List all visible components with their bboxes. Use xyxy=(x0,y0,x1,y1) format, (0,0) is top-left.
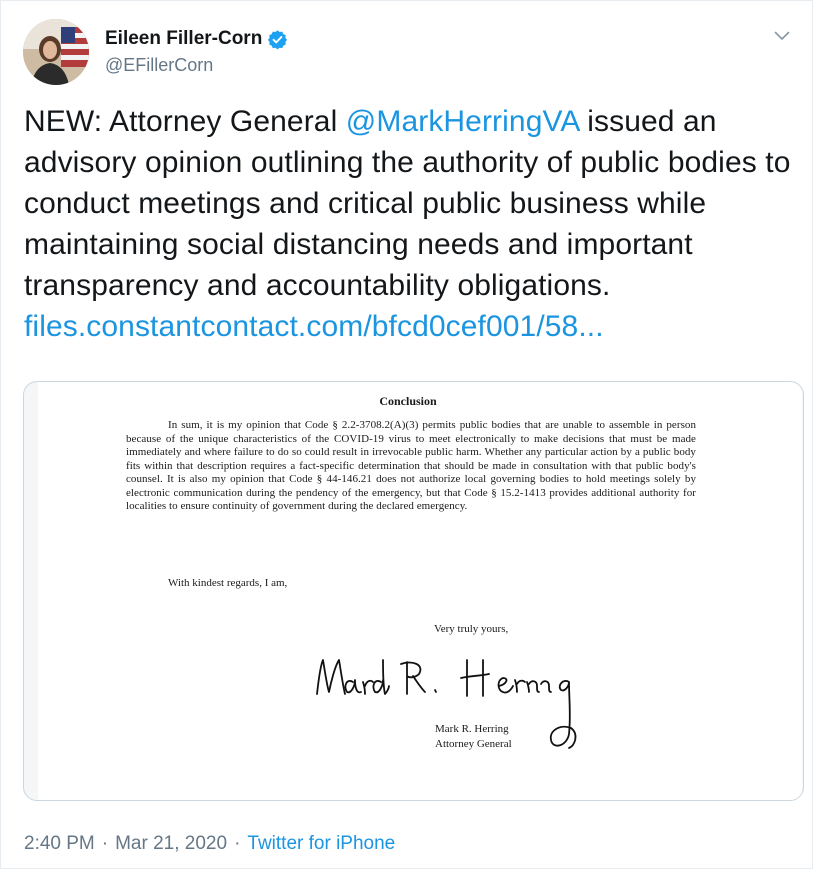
document-page: Conclusion In sum, it is my opinion that… xyxy=(38,382,802,800)
display-name-row: Eileen Filler-Corn xyxy=(105,27,288,51)
avatar[interactable] xyxy=(23,19,89,85)
document-closing: With kindest regards, I am, xyxy=(168,577,288,589)
signer-name: Mark R. Herring xyxy=(435,723,509,735)
tweet-source-link[interactable]: Twitter for iPhone xyxy=(247,833,395,855)
separator: · xyxy=(101,833,109,854)
document-heading: Conclusion xyxy=(379,394,437,408)
tweet-time[interactable]: 2:40 PM xyxy=(24,833,95,855)
document-signer: Mark R. Herring Attorney General xyxy=(435,722,512,752)
tweet-text: NEW: Attorney General @MarkHerringVA iss… xyxy=(24,101,804,347)
tweet-header: Eileen Filler-Corn @EFillerCorn xyxy=(23,19,793,87)
separator: · xyxy=(234,833,241,854)
tweet-footer: 2:40 PM · Mar 21, 2020 · Twitter for iPh… xyxy=(24,833,395,855)
document-valediction: Very truly yours, xyxy=(434,623,509,635)
chevron-down-icon[interactable] xyxy=(771,25,793,47)
verified-badge-icon xyxy=(267,29,288,50)
attached-image[interactable]: Conclusion In sum, it is my opinion that… xyxy=(23,381,804,801)
tweet-card: Eileen Filler-Corn @EFillerCorn NEW: Att… xyxy=(0,0,813,869)
avatar-photo xyxy=(23,19,89,85)
document-body: In sum, it is my opinion that Code § 2.2… xyxy=(126,419,696,512)
author-handle[interactable]: @EFillerCorn xyxy=(105,53,288,77)
tweet-text-prefix: NEW: Attorney General xyxy=(24,105,346,138)
author-names: Eileen Filler-Corn @EFillerCorn xyxy=(105,27,288,77)
tweet-date[interactable]: Mar 21, 2020 xyxy=(115,833,227,855)
mention-link[interactable]: @MarkHerringVA xyxy=(346,105,579,138)
url-link[interactable]: files.constantcontact.com/bfcd0cef001/58… xyxy=(24,310,604,343)
signer-title: Attorney General xyxy=(435,738,512,750)
author-display-name[interactable]: Eileen Filler-Corn xyxy=(105,27,262,51)
